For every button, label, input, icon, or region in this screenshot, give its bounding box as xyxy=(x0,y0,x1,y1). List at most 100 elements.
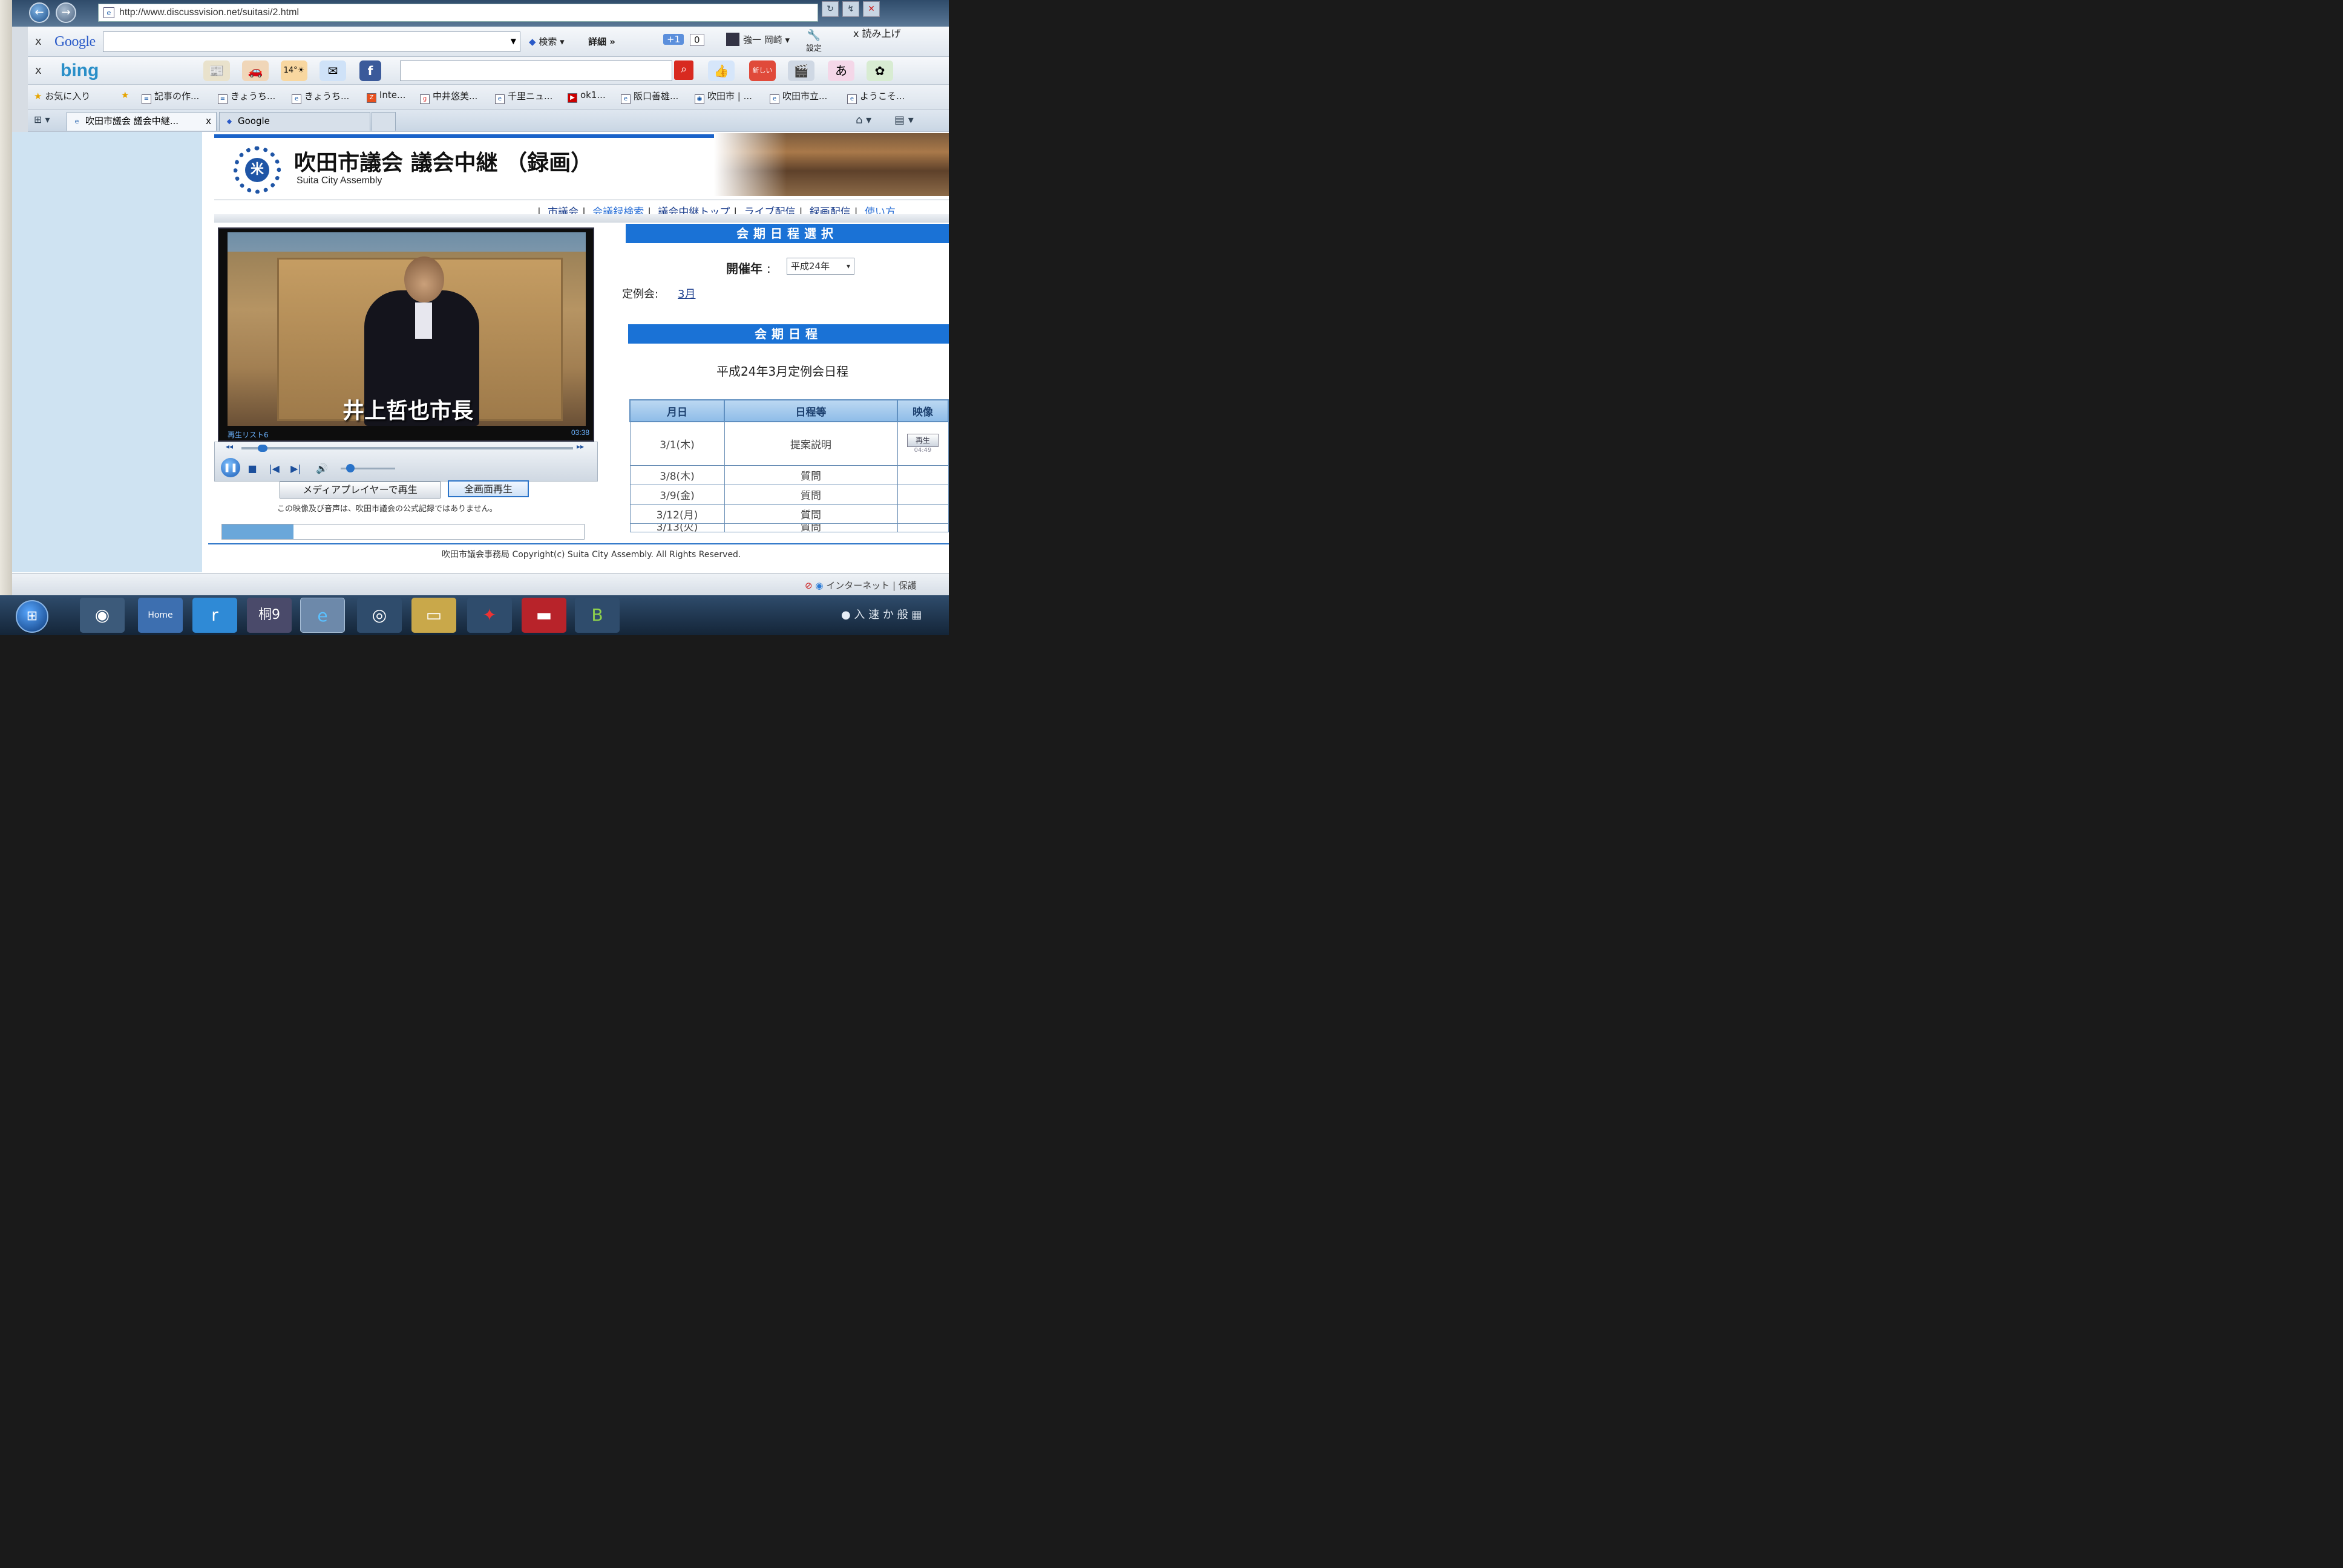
news-icon[interactable]: 📰 xyxy=(203,60,230,81)
pause-icon[interactable]: ❚❚ xyxy=(221,458,240,477)
chrome-icon[interactable]: ◉ xyxy=(80,598,125,633)
favorite-item[interactable]: e 吹田市立... xyxy=(770,90,827,104)
favorite-item[interactable]: e 千里ニュ... xyxy=(495,90,552,104)
google-search-input[interactable]: ▼ xyxy=(103,31,520,52)
system-tray[interactable]: ● 入 速 か 般 ▦ xyxy=(841,606,922,622)
favorite-item[interactable]: ≡ 記事の作... xyxy=(142,90,199,104)
favorite-item[interactable]: ≡ きょうち... xyxy=(218,90,275,104)
plus-one-button[interactable]: +1 xyxy=(663,34,684,45)
translate-icon[interactable]: あ xyxy=(828,60,854,81)
web-page: 米 吹田市議会 議会中継 （録画） Suita City Assembly | … xyxy=(12,132,949,573)
bing-search-input[interactable] xyxy=(400,60,672,81)
facebook-icon[interactable]: f xyxy=(359,60,381,81)
app-icon[interactable]: ✦ xyxy=(467,598,512,633)
favorite-item[interactable]: e きょうち... xyxy=(292,90,349,104)
nav-strip xyxy=(214,214,949,223)
volume-icon[interactable]: 🔊 xyxy=(313,462,331,476)
favorites-button[interactable]: ★ お気に入り xyxy=(34,90,90,102)
speaker-shirt xyxy=(415,302,432,339)
kiri9-icon[interactable]: 桐9 xyxy=(247,598,292,633)
new-tab-button[interactable] xyxy=(372,112,396,131)
mail-icon[interactable]: ✉ xyxy=(320,60,346,81)
stop-icon[interactable]: ■ xyxy=(246,462,258,476)
address-bar[interactable]: e http://www.discussvision.net/suitasi/2… xyxy=(98,4,818,22)
favorite-item[interactable]: ◉ 吹田市 | ... xyxy=(695,90,752,104)
ie-icon: e xyxy=(621,94,631,104)
weather-icon[interactable]: 14°☀ xyxy=(281,60,307,81)
explorer-folder-icon[interactable]: ▭ xyxy=(411,598,456,633)
table-header-row: 月日 日程等 映像 xyxy=(629,399,949,422)
favorites-bar: ★ お気に入り ★ ≡ 記事の作... ≡ きょうち... e きょうち... Z In… xyxy=(28,85,949,110)
monitor-screen: ← → e http://www.discussvision.net/suita… xyxy=(0,0,949,635)
user-avatar-icon xyxy=(726,33,739,46)
google-earth-icon[interactable]: ◎ xyxy=(357,598,402,633)
monitor-bezel xyxy=(0,0,12,635)
google-details-button[interactable]: 詳細 » xyxy=(588,35,615,48)
home-app-icon[interactable]: Home xyxy=(138,598,183,633)
apps-icon[interactable]: ✿ xyxy=(867,60,893,81)
dropdown-arrow-icon[interactable]: ▼ xyxy=(511,37,516,45)
ie-icon: e xyxy=(74,117,79,125)
security-icon: ⊘ xyxy=(805,580,816,591)
windows-taskbar: ⊞ ◉ Home r 桐9 e ◎ ▭ ✦ ▬ B ● 入 速 か 般 ▦ xyxy=(0,595,949,635)
year-select[interactable]: 平成24年 ▾ xyxy=(787,258,854,275)
favorite-item[interactable]: e ようこそ... xyxy=(847,90,905,104)
new-badge-icon[interactable]: 新しい xyxy=(749,60,776,81)
seek-knob[interactable] xyxy=(258,445,268,452)
quick-tabs-icon[interactable]: ⊞ ▾ xyxy=(34,114,50,125)
back-button[interactable]: ← xyxy=(29,2,50,23)
read-aloud-button[interactable]: x 読み上げ xyxy=(853,25,901,40)
like-icon[interactable]: 👍 xyxy=(708,60,735,81)
stop-icon[interactable]: ✕ xyxy=(863,1,880,17)
favorite-item[interactable]: ▶ ok1... xyxy=(568,90,606,103)
tab-google[interactable]: ◆ Google xyxy=(219,112,370,131)
google-logo: Google xyxy=(54,34,96,50)
previous-icon[interactable]: |◀ xyxy=(267,462,281,476)
next-icon[interactable]: ▶| xyxy=(289,462,303,476)
session-march-link[interactable]: 3月 xyxy=(678,286,695,301)
user-account-button[interactable]: 強一 岡崎 ▾ xyxy=(726,33,790,46)
favorite-item[interactable]: Z Inte... xyxy=(367,90,405,103)
internet-explorer-icon[interactable]: e xyxy=(300,598,345,633)
session-select-heading: 会期日程選択 xyxy=(626,224,949,243)
bing-toolbar-close[interactable]: x xyxy=(35,64,42,77)
table-row: 3/9(金) 質問 xyxy=(629,484,949,505)
tab-suita-assembly[interactable]: e 吹田市議会 議会中継... x xyxy=(67,112,217,131)
google-toolbar-close[interactable]: x xyxy=(35,35,42,48)
seek-bar[interactable] xyxy=(241,447,573,449)
globe-icon: ◉ xyxy=(815,580,827,591)
fast-forward-icon[interactable]: ▸▸ xyxy=(577,442,584,451)
google-search-button[interactable]: ◆ 検索 ▾ xyxy=(529,35,565,48)
bing-search-icon[interactable]: ⌕ xyxy=(674,60,693,80)
start-button[interactable]: ⊞ xyxy=(16,600,48,633)
page-icon: Z xyxy=(367,93,376,103)
suita-emblem-icon: 米 xyxy=(234,146,281,194)
fullscreen-play-button[interactable]: 全画面再生 xyxy=(448,480,529,497)
app-icon[interactable]: ▬ xyxy=(522,598,566,633)
close-tab-icon[interactable]: x xyxy=(206,113,211,130)
traffic-icon[interactable]: 🚗 xyxy=(242,60,269,81)
feeds-icon[interactable]: ▤ ▾ xyxy=(894,114,914,126)
forward-button[interactable]: → xyxy=(56,2,76,23)
speaker-head xyxy=(404,256,444,302)
app-icon[interactable]: B xyxy=(575,598,620,633)
video-icon[interactable]: 🎬 xyxy=(788,60,814,81)
compat-view-icon[interactable]: ↯ xyxy=(842,1,859,17)
rewind-icon[interactable]: ◂◂ xyxy=(226,442,233,451)
ie-icon: e xyxy=(770,94,779,104)
radiko-icon[interactable]: r xyxy=(192,598,237,633)
add-favorite-icon[interactable]: ★ xyxy=(121,90,129,100)
settings-button[interactable]: 🔧 設定 xyxy=(806,29,822,53)
status-bar: ⊘ ◉ インターネット | 保護 xyxy=(12,573,949,595)
video-player[interactable]: 井上哲也市長 再生リスト6 03:38 xyxy=(218,227,594,442)
refresh-icon[interactable]: ↻ xyxy=(822,1,839,17)
favorite-item[interactable]: e 阪口善雄... xyxy=(621,90,678,104)
play-in-media-player-button[interactable]: メディアプレイヤーで再生 xyxy=(280,482,441,498)
video-frame-image: 井上哲也市長 xyxy=(228,232,586,426)
volume-knob[interactable] xyxy=(346,464,355,472)
playlist-box[interactable] xyxy=(221,524,585,540)
table-row: 3/8(木) 質問 xyxy=(629,465,949,485)
play-video-button[interactable]: 再生 xyxy=(907,433,939,447)
home-icon[interactable]: ⌂ ▾ xyxy=(856,114,871,126)
favorite-item[interactable]: g 中井悠美... xyxy=(420,90,477,104)
